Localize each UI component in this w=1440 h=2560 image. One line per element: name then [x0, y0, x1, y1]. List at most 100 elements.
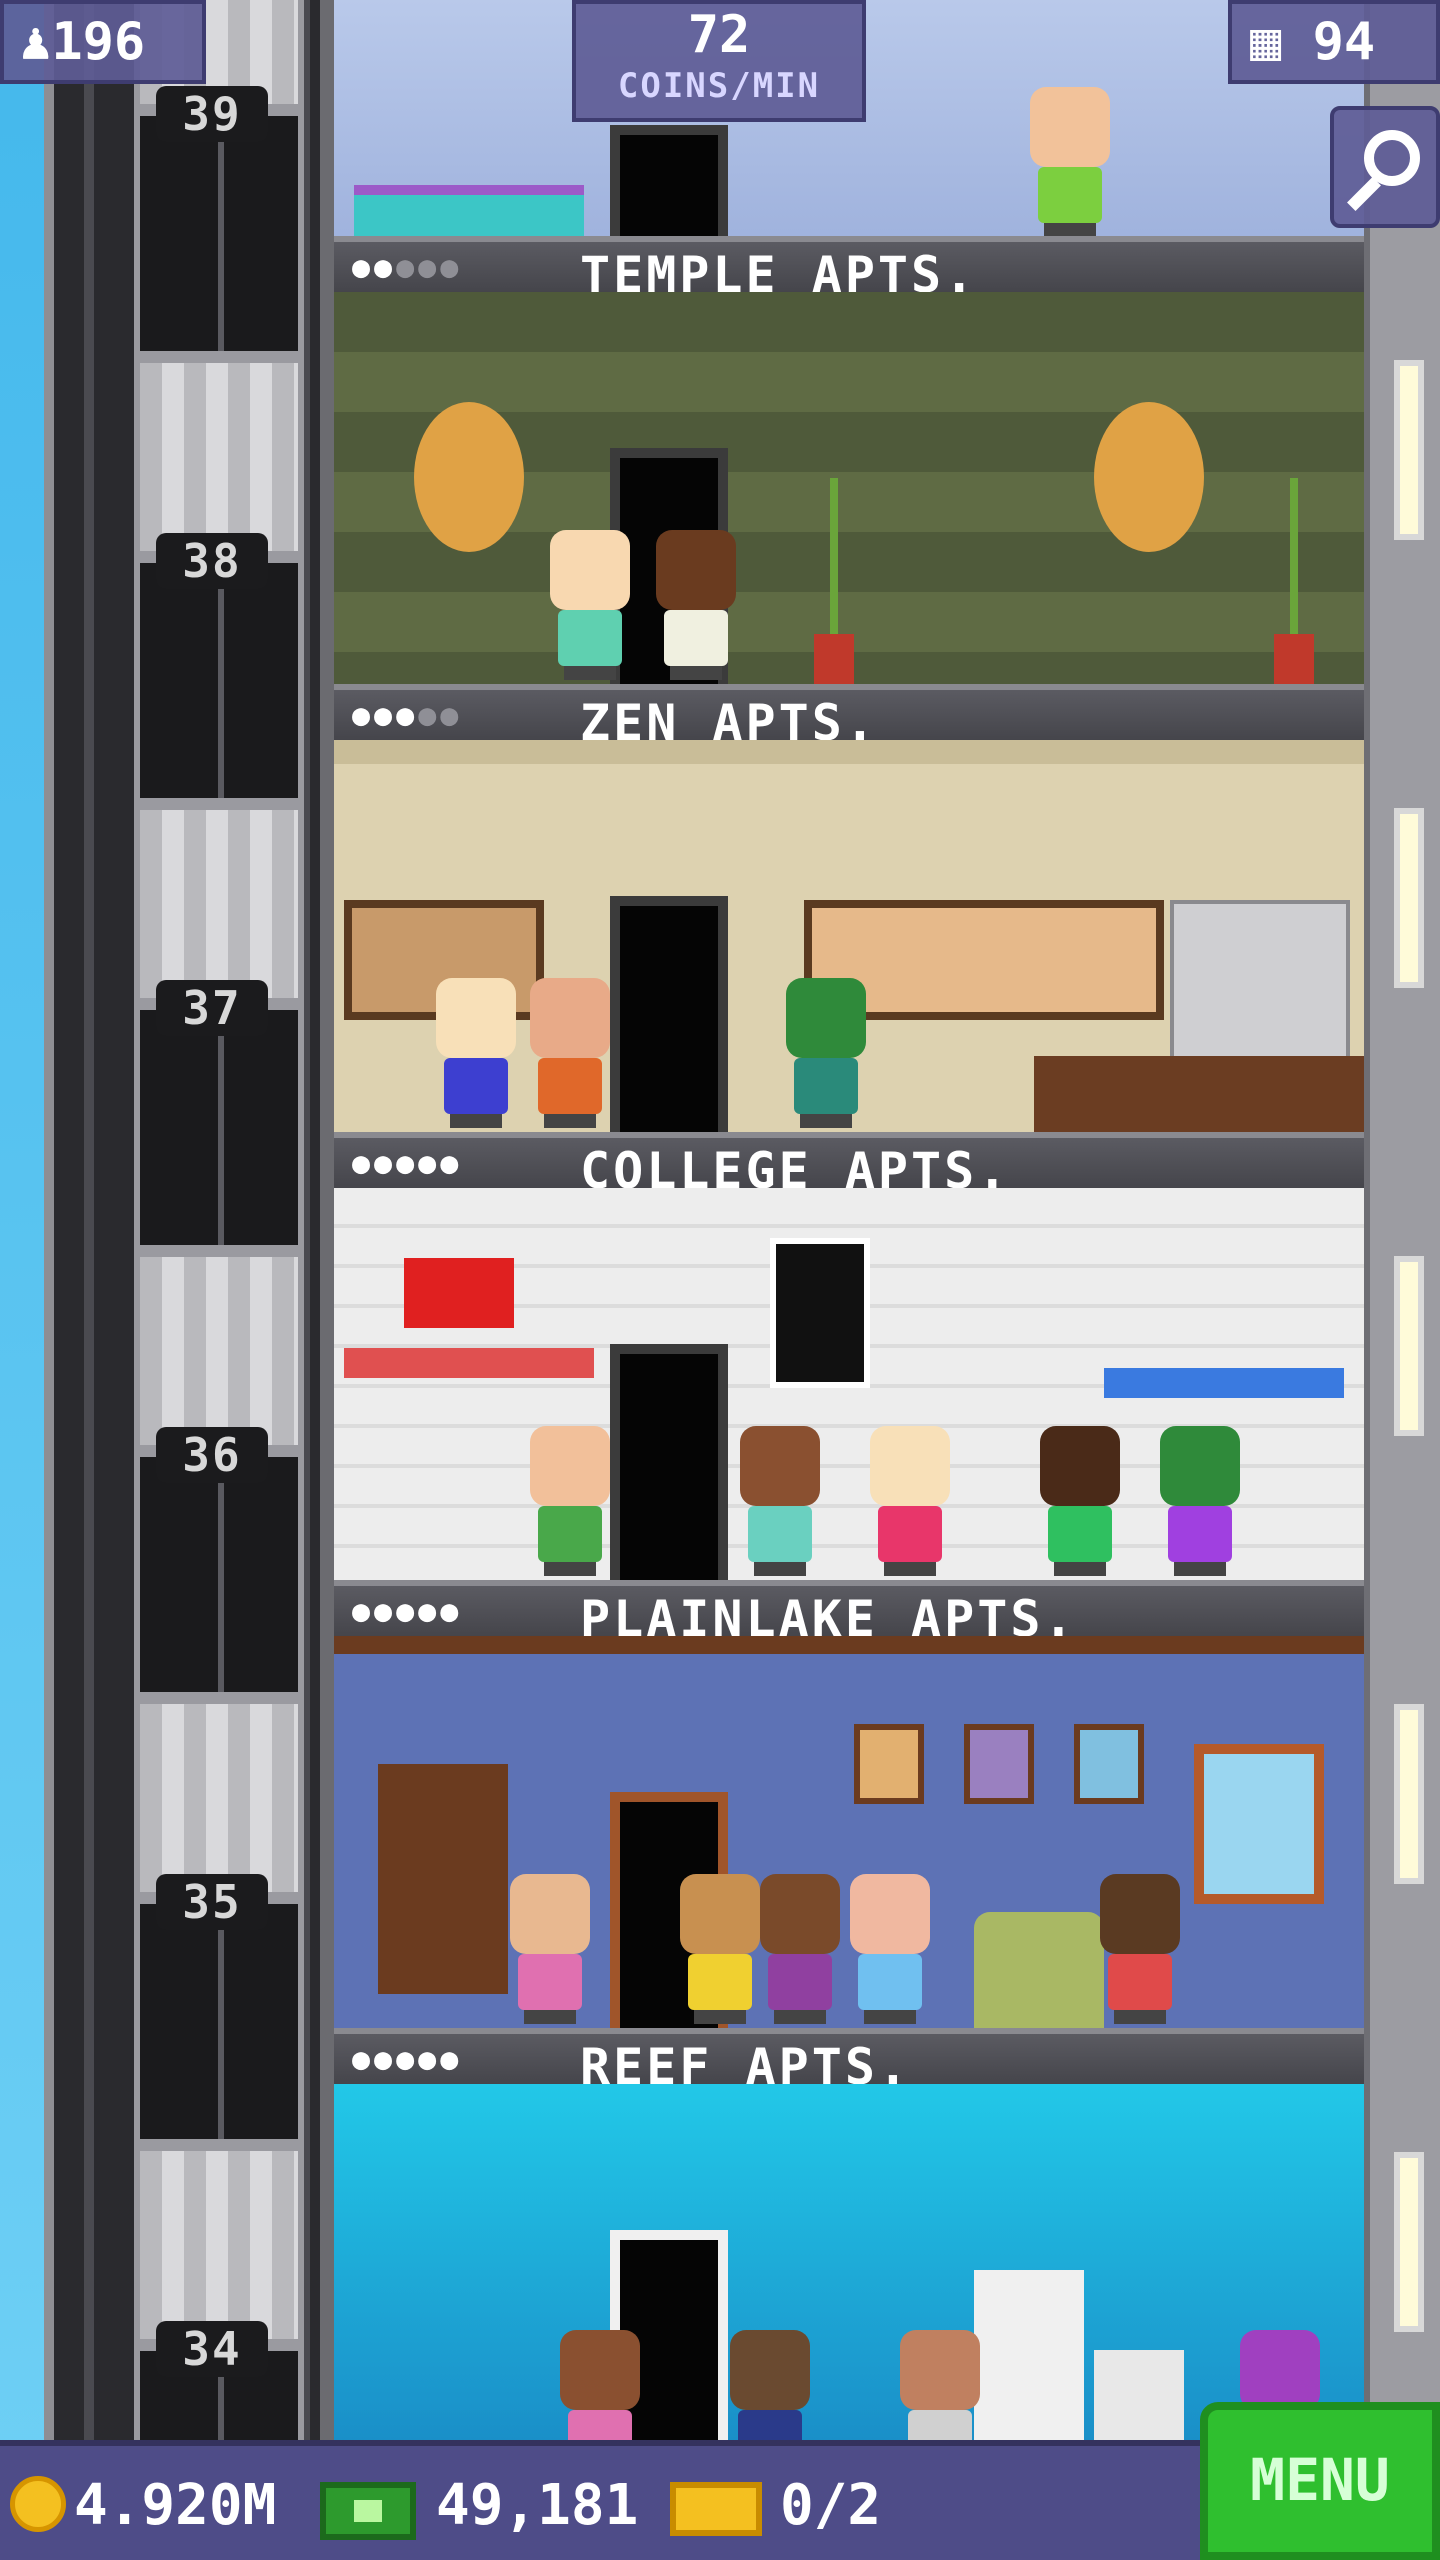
elevator-door [134, 1451, 304, 1698]
elevator-door [134, 557, 304, 804]
statue-head [1094, 402, 1204, 552]
shaft-rail [84, 0, 94, 2440]
elevator-car-top [134, 1251, 304, 1451]
resident[interactable] [844, 1874, 936, 2024]
coins-per-min-panel: 72 COINS/MIN [572, 0, 866, 122]
picture-frame [964, 1724, 1034, 1804]
counter [1034, 1056, 1364, 1136]
poster [770, 1238, 870, 1388]
resident[interactable] [1034, 1426, 1126, 1576]
coins-value[interactable]: 4.920M [74, 2476, 276, 2536]
plant [1274, 478, 1314, 688]
menu-button[interactable]: MENU [1200, 2402, 1440, 2560]
stove [1094, 2350, 1184, 2440]
elevator-floor-35[interactable]: 35 [134, 1698, 304, 2145]
bunk-bed [1104, 1368, 1344, 1398]
resident[interactable] [504, 1874, 596, 2024]
bunk-bed [344, 1348, 594, 1378]
bux-value[interactable]: 49,181 [436, 2476, 638, 2536]
tower-right-wall [1364, 0, 1440, 2440]
wall-window [1394, 360, 1424, 540]
elevator-door [134, 110, 304, 357]
fridge [974, 2270, 1084, 2440]
resident[interactable] [524, 978, 616, 1128]
resident[interactable] [674, 1874, 766, 2024]
floor-number: 38 [156, 533, 268, 589]
floor-count[interactable]: ▦ 94 [1228, 0, 1440, 84]
room-college[interactable] [334, 1188, 1364, 1584]
floor-number: 34 [156, 2321, 268, 2377]
elevator-floor-38[interactable]: 38 [134, 357, 304, 804]
floor-number: 35 [156, 1874, 268, 1930]
floor-stars: ●●●●● [352, 1146, 463, 1181]
resident[interactable] [1094, 1874, 1186, 2024]
resident[interactable] [1024, 87, 1116, 237]
floor-stars: ●●●●● [352, 2042, 463, 2077]
room-zen[interactable] [334, 740, 1364, 1136]
floors-icon: ▦ [1250, 12, 1282, 72]
window [1194, 1744, 1324, 1904]
floor-label-bar[interactable]: ●●●●● TEMPLE APTS. [334, 236, 1364, 304]
population-counter[interactable]: ♟196 [0, 0, 206, 84]
room-reef[interactable] [334, 2084, 1364, 2440]
resident[interactable] [754, 1874, 846, 2024]
tickets-value[interactable]: 0/2 [780, 2476, 881, 2536]
room-temple[interactable] [334, 292, 1364, 688]
resident[interactable] [430, 978, 522, 1128]
elevator-car-top [134, 1698, 304, 1898]
bux-icon [320, 2482, 416, 2540]
coins-per-min-value: 72 [687, 5, 751, 65]
resident[interactable] [724, 2330, 816, 2440]
resident[interactable] [780, 978, 872, 1128]
ticket-icon [670, 2482, 762, 2536]
elevator-floor-37[interactable]: 37 [134, 804, 304, 1251]
tower: ●●●●● TEMPLE APTS. ●●●●● ZEN APTS. ●●●●●… [334, 0, 1364, 2440]
ceiling [334, 740, 1364, 764]
room-door [610, 896, 728, 1136]
floor-label-bar[interactable]: ●●●●● REEF APTS. [334, 2028, 1364, 2096]
floor-stars: ●●●●● [352, 698, 463, 733]
wall-window [1394, 808, 1424, 988]
resident[interactable] [650, 530, 742, 680]
floor-number: 39 [156, 86, 268, 142]
resident[interactable] [554, 2330, 646, 2440]
sky-background [0, 0, 44, 2560]
coins-per-min-label: COINS/MIN [617, 66, 821, 106]
coin-icon [10, 2476, 66, 2532]
wall-window [1394, 1256, 1424, 1436]
resident[interactable] [734, 1426, 826, 1576]
elevator-shaft[interactable]: 39 38 37 36 35 34 [44, 0, 334, 2560]
floor-stars: ●●●●● [352, 1594, 463, 1629]
search-button[interactable] [1330, 106, 1440, 228]
floor-label-bar[interactable]: ●●●●● COLLEGE APTS. [334, 1132, 1364, 1200]
resident[interactable] [894, 2330, 986, 2440]
resident[interactable] [544, 530, 636, 680]
resident[interactable] [524, 1426, 616, 1576]
elevator-car-top [134, 2145, 304, 2345]
picture-frame [854, 1724, 924, 1804]
floor-number: 36 [156, 1427, 268, 1483]
search-icon-handle [1347, 177, 1381, 211]
wall-window [1394, 1704, 1424, 1884]
floor-label-bar[interactable]: ●●●●● PLAINLAKE APTS. [334, 1580, 1364, 1648]
elevator-floor-36[interactable]: 36 [134, 1251, 304, 1698]
resident[interactable] [864, 1426, 956, 1576]
floors-value: 94 [1312, 12, 1376, 72]
elevator-car-top [134, 804, 304, 1004]
pennant [404, 1258, 514, 1328]
resident[interactable] [1154, 1426, 1246, 1576]
floor-number: 37 [156, 980, 268, 1036]
elevator-door [134, 1898, 304, 2145]
floor-label-bar[interactable]: ●●●●● ZEN APTS. [334, 684, 1364, 752]
picture-frame [1074, 1724, 1144, 1804]
room-door [610, 1344, 728, 1584]
elevator-car-top [134, 357, 304, 557]
statue-head [414, 402, 524, 552]
population-icon: ♟ [20, 12, 52, 72]
plant [814, 478, 854, 688]
floor-stars: ●●●●● [352, 250, 463, 285]
room-plainlake[interactable] [334, 1636, 1364, 2032]
elevator-door [134, 1004, 304, 1251]
room-door [610, 125, 728, 245]
bookshelf [378, 1764, 508, 1994]
